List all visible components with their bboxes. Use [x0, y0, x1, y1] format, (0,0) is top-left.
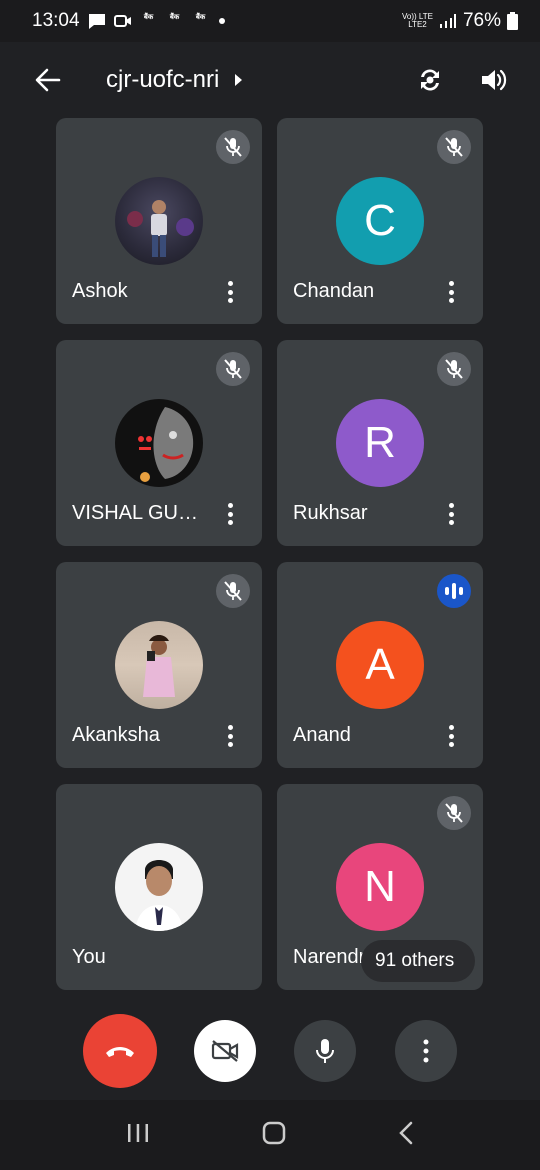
participant-name: You — [72, 946, 106, 968]
participant-name: VISHAL GU… — [72, 502, 198, 524]
participant-name: Akanksha — [72, 724, 160, 746]
more-options-button[interactable] — [218, 500, 242, 528]
bank-notification-icon: बैंक — [169, 14, 180, 21]
participant-tile[interactable]: VISHAL GU… — [56, 340, 262, 546]
network-type: Vo)) LTE LTE2 — [401, 12, 433, 29]
message-icon — [88, 13, 105, 29]
participant-tile[interactable]: C Chandan — [277, 118, 483, 324]
switch-camera-icon — [421, 69, 439, 91]
mic-off-icon — [437, 796, 471, 830]
hang-up-icon — [106, 1047, 134, 1057]
camera-toggle-button[interactable] — [194, 1020, 256, 1082]
status-time: 13:04 — [32, 10, 80, 31]
avatar-initial: N — [336, 843, 424, 931]
speaking-indicator-icon — [437, 574, 471, 608]
participant-tile[interactable]: A Anand — [277, 562, 483, 768]
participant-tile[interactable]: Ashok — [56, 118, 262, 324]
home-button[interactable] — [261, 1120, 287, 1151]
avatar-initial: A — [336, 621, 424, 709]
others-count: 91 others — [375, 950, 455, 971]
arrow-left-icon — [35, 68, 61, 92]
mic-off-icon — [216, 130, 250, 164]
more-vert-icon — [423, 1039, 429, 1063]
camera-off-icon — [211, 1040, 239, 1062]
participant-name: Anand — [293, 724, 351, 746]
more-options-button[interactable] — [439, 500, 463, 528]
participant-name: Rukhsar — [293, 502, 368, 524]
bank-notification-icon: बैंक — [195, 14, 206, 21]
microphone-icon — [316, 1039, 334, 1063]
call-controls — [0, 990, 540, 1100]
participant-name: Chandan — [293, 280, 375, 302]
mic-off-icon — [437, 130, 471, 164]
participant-name: Ashok — [72, 280, 128, 302]
more-options-button[interactable] — [439, 278, 463, 306]
more-options-button[interactable] — [218, 722, 242, 750]
recent-apps-icon — [127, 1123, 148, 1142]
video-notification-icon — [113, 15, 131, 27]
more-options-button[interactable] — [218, 278, 242, 306]
microphone-button[interactable] — [294, 1020, 356, 1082]
call-header: cjr-uofc-nri — [0, 42, 540, 118]
avatar-photo — [115, 621, 203, 709]
dot-icon — [218, 18, 225, 24]
speaker-icon — [482, 69, 507, 91]
bank-notification-icon: बैंक — [143, 14, 154, 21]
home-icon — [262, 1121, 286, 1144]
mic-off-icon — [437, 352, 471, 386]
avatar-photo — [115, 843, 203, 931]
speaker-button[interactable] — [472, 58, 516, 102]
participant-tile[interactable]: Akanksha — [56, 562, 262, 768]
signal-icon — [439, 14, 456, 28]
participant-tile[interactable]: R Rukhsar — [277, 340, 483, 546]
avatar-photo — [115, 399, 203, 487]
more-options-button[interactable] — [395, 1020, 457, 1082]
mic-off-icon — [216, 574, 250, 608]
recent-apps-button[interactable] — [126, 1122, 150, 1149]
battery-icon — [507, 12, 518, 30]
status-bar: 13:04 बैंक बैंक बैंक Vo)) LTE LTE2 76% — [0, 0, 540, 42]
battery-percent: 76% — [462, 10, 501, 31]
back-button[interactable] — [24, 56, 72, 104]
others-chip[interactable]: 91 others — [361, 940, 475, 982]
participant-tile-self[interactable]: You — [56, 784, 262, 990]
more-options-button[interactable] — [439, 722, 463, 750]
switch-camera-button[interactable] — [408, 58, 452, 102]
meeting-title[interactable]: cjr-uofc-nri — [106, 66, 243, 94]
end-call-button[interactable] — [83, 1014, 157, 1088]
system-nav-bar — [0, 1100, 540, 1170]
mic-off-icon — [216, 352, 250, 386]
meeting-code: cjr-uofc-nri — [106, 66, 220, 93]
nav-back-icon — [399, 1121, 413, 1144]
nav-back-button[interactable] — [398, 1121, 414, 1150]
caret-right-icon — [235, 74, 243, 86]
avatar-initial: R — [336, 399, 424, 487]
avatar-photo — [115, 177, 203, 265]
avatar-initial: C — [336, 177, 424, 265]
